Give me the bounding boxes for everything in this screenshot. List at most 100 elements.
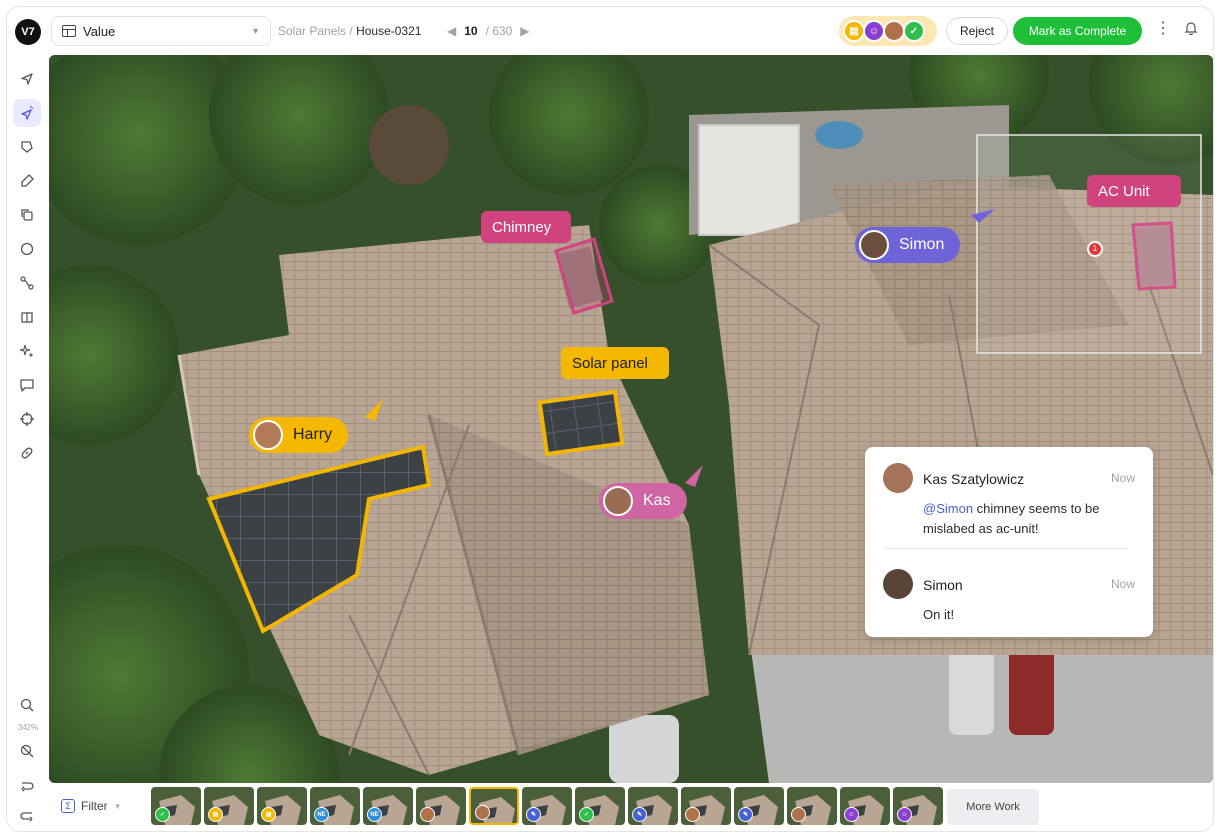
item-pager: ◀ 10 / 630 ▶ bbox=[447, 24, 530, 38]
avatar-badge-icon bbox=[420, 807, 435, 822]
crosshair-icon bbox=[20, 412, 34, 426]
check-badge-icon: ✓ bbox=[155, 807, 170, 822]
avatar-badge-icon bbox=[475, 805, 490, 820]
thumbnail-item[interactable]: ✎ bbox=[628, 787, 678, 825]
comment-icon bbox=[20, 379, 34, 392]
prev-item-icon[interactable]: ◀ bbox=[447, 24, 456, 38]
simon-avatar bbox=[859, 230, 889, 260]
thumbnail-item[interactable]: ☺ bbox=[893, 787, 943, 825]
comment-mention[interactable]: @Simon bbox=[923, 501, 973, 516]
chevron-down-icon: ▼ bbox=[113, 801, 122, 811]
pen-badge-icon: ✎ bbox=[526, 807, 541, 822]
crosshair-tool[interactable] bbox=[13, 405, 41, 433]
cuboid-icon bbox=[21, 312, 33, 323]
filter-label: Filter bbox=[81, 799, 108, 813]
view-select-value: Value bbox=[83, 23, 116, 39]
comment-tool[interactable] bbox=[13, 371, 41, 399]
harry-avatar bbox=[253, 420, 283, 450]
comment-divider bbox=[885, 548, 1129, 549]
thumbnail-item[interactable] bbox=[469, 787, 519, 825]
thumbnail-item[interactable]: ▤ bbox=[257, 787, 307, 825]
auto-annotate-tool[interactable] bbox=[13, 99, 41, 127]
thumbnail-item[interactable] bbox=[416, 787, 466, 825]
pager-total: / 630 bbox=[485, 24, 513, 38]
view-select[interactable]: Value ▼ bbox=[51, 16, 271, 46]
magic-tool[interactable] bbox=[13, 337, 41, 365]
thumbnail-item[interactable]: ✓ bbox=[151, 787, 201, 825]
reject-button[interactable]: Reject bbox=[946, 17, 1008, 45]
comment-item: Simon Now On it! bbox=[883, 569, 1141, 625]
comment-author: Kas Szatylowicz bbox=[923, 471, 1025, 487]
undo-tool[interactable] bbox=[13, 771, 41, 799]
left-toolbar: 342% bbox=[7, 55, 49, 831]
redo-icon bbox=[20, 812, 33, 822]
thumbnail-item[interactable]: ✓ bbox=[575, 787, 625, 825]
thumbnail-item[interactable] bbox=[681, 787, 731, 825]
user-avatar bbox=[883, 20, 905, 42]
auto-annotate-icon bbox=[21, 106, 34, 120]
filter-button[interactable]: Σ Filter ▼ bbox=[61, 799, 122, 813]
bell-icon[interactable] bbox=[1184, 21, 1198, 35]
stage-assignees[interactable]: ▤ ☺ ✓ bbox=[839, 16, 937, 46]
ellipse-tool[interactable] bbox=[13, 235, 41, 263]
reset-zoom-tool[interactable] bbox=[13, 737, 41, 765]
redo-tool[interactable] bbox=[13, 801, 41, 829]
thumbnail-item[interactable]: ☺ bbox=[840, 787, 890, 825]
more-options-icon[interactable]: ⋮ bbox=[1155, 21, 1171, 37]
user-name-harry: Harry bbox=[293, 426, 333, 443]
NE-badge-icon: NE bbox=[314, 807, 329, 822]
label-ac-unit[interactable]: AC Unit bbox=[1087, 175, 1181, 207]
image-canvas[interactable]: Chimney AC Unit Solar panel Harry Kas Si… bbox=[49, 55, 1213, 783]
magic-icon bbox=[19, 344, 33, 357]
clone-tool[interactable] bbox=[13, 201, 41, 229]
thumbnail-item[interactable]: ▤ bbox=[204, 787, 254, 825]
user-cursor-harry: Harry bbox=[249, 417, 349, 453]
navigate-tool[interactable] bbox=[13, 65, 41, 93]
thumbnail-item[interactable]: ✎ bbox=[522, 787, 572, 825]
brush-icon bbox=[21, 174, 34, 187]
comment-body: @Simon chimney seems to be mislabed as a… bbox=[923, 499, 1137, 539]
mark-complete-button[interactable]: Mark as Complete bbox=[1013, 17, 1142, 45]
user-name-kas: Kas bbox=[643, 492, 671, 509]
cuboid-tool[interactable] bbox=[13, 303, 41, 331]
check-badge-icon: ✓ bbox=[579, 807, 594, 822]
undo-icon bbox=[21, 782, 34, 792]
review-badge-icon: ☺ bbox=[897, 807, 912, 822]
annotation-app: V7 Value ▼ Solar Panels / House-0321 ◀ 1… bbox=[6, 6, 1214, 832]
user-cursor-simon: Simon bbox=[855, 227, 961, 263]
link-icon bbox=[21, 447, 33, 459]
link-tool[interactable] bbox=[13, 439, 41, 467]
breadcrumb: Solar Panels / House-0321 bbox=[278, 24, 421, 38]
keypoint-tool[interactable] bbox=[13, 269, 41, 297]
NE-badge-icon: NE bbox=[367, 807, 382, 822]
comment-marker-count[interactable]: 1 bbox=[1091, 243, 1099, 255]
next-item-icon[interactable]: ▶ bbox=[520, 24, 529, 38]
label-chimney[interactable]: Chimney bbox=[481, 211, 571, 243]
v7-logo[interactable]: V7 bbox=[15, 19, 41, 45]
label-solar-panel[interactable]: Solar panel bbox=[561, 347, 669, 379]
thumbnail-item[interactable]: NE bbox=[363, 787, 413, 825]
comment-item: Kas Szatylowicz Now @Simon chimney seems… bbox=[883, 463, 1141, 543]
breadcrumb-dataset[interactable]: Solar Panels / bbox=[278, 24, 353, 38]
doc-badge-icon: ▤ bbox=[261, 807, 276, 822]
simon-avatar bbox=[883, 569, 913, 599]
thumbnail-item[interactable]: NE bbox=[310, 787, 360, 825]
kas-avatar bbox=[603, 486, 633, 516]
breadcrumb-item: House-0321 bbox=[356, 24, 422, 38]
brush-tool[interactable] bbox=[13, 167, 41, 195]
comment-body: On it! bbox=[923, 607, 955, 622]
comment-time: Now bbox=[1110, 577, 1135, 591]
complete-stage-icon: ✓ bbox=[903, 20, 925, 42]
pager-current: 10 bbox=[464, 24, 478, 38]
user-name-simon: Simon bbox=[899, 236, 945, 253]
reset-zoom-icon bbox=[20, 744, 34, 758]
pen-badge-icon: ✎ bbox=[738, 807, 753, 822]
review-badge-icon: ☺ bbox=[844, 807, 859, 822]
more-work-button[interactable]: More Work bbox=[947, 789, 1039, 825]
comment-time: Now bbox=[1110, 471, 1135, 485]
zoom-tool[interactable] bbox=[13, 691, 41, 719]
polygon-tool[interactable] bbox=[13, 133, 41, 161]
thumbnail-item[interactable]: ✎ bbox=[734, 787, 784, 825]
thumbnail-item[interactable] bbox=[787, 787, 837, 825]
aerial-roof-image bbox=[49, 55, 1213, 783]
